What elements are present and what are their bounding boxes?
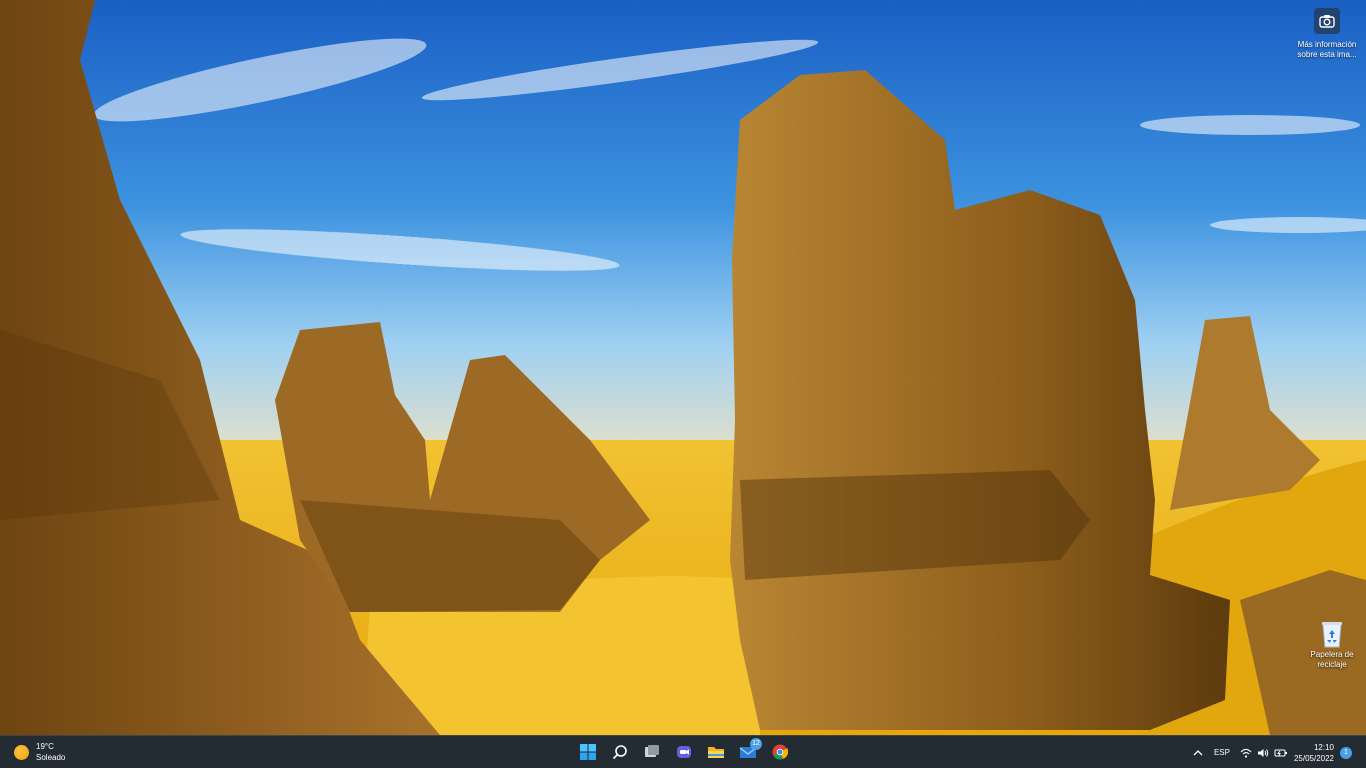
teams-chat-icon [677,746,691,758]
show-hidden-icons-button[interactable] [1188,749,1208,756]
wifi-icon [1240,748,1252,758]
mail-button[interactable]: 12 [736,738,762,765]
start-button[interactable] [576,739,600,765]
system-tray: ESP 12:10 25/05/2022 1 [1188,736,1366,769]
weather-temp: 19°C [36,742,54,751]
recycle-bin-desktop-icon[interactable]: Papelera de reciclaje [1302,620,1362,670]
camera-icon [1314,8,1340,34]
chrome-icon [772,744,788,760]
wallpaper-info-widget[interactable]: Más información sobre esta ima... [1292,8,1362,60]
battery-charging-icon [1274,749,1287,756]
search-icon [612,745,627,760]
wallpaper-info-line1: Más información [1297,40,1357,49]
task-view-button[interactable] [640,739,664,765]
search-button[interactable] [608,739,632,765]
quick-settings-button[interactable] [1236,748,1294,758]
desert-wallpaper [0,0,1366,735]
file-explorer-button[interactable] [704,739,728,765]
notification-badge[interactable]: 1 [1340,746,1352,759]
folder-icon [708,747,724,758]
recycle-bin-label-line1: Papelera de [1310,650,1354,659]
weather-widget[interactable]: 19°C Soleado [14,741,65,763]
recycle-bin-label-line2: reciclaje [1317,660,1347,669]
language-indicator[interactable]: ESP [1208,748,1236,757]
weather-condition: Soleado [36,753,66,762]
desktop: Más información sobre esta ima... Papele… [0,0,1366,735]
mail-badge: 12 [750,738,762,750]
chrome-button[interactable] [768,739,792,765]
taskbar: 19°C Soleado 12 ESP 12:10 25/05/2022 1 [0,735,1366,768]
taskbar-apps: 12 [576,738,792,765]
chat-button[interactable] [672,739,696,765]
recycle-bin-icon [1322,622,1342,648]
clock[interactable]: 12:10 25/05/2022 [1294,742,1340,764]
chevron-up-icon [1193,749,1203,755]
windows-logo-icon [580,744,596,760]
clock-time: 12:10 [1313,742,1334,752]
sun-icon [14,744,29,760]
wallpaper-info-line2: sobre esta ima... [1297,50,1357,59]
volume-icon [1257,748,1269,757]
task-view-icon [645,745,659,757]
clock-date: 25/05/2022 [1293,753,1334,763]
